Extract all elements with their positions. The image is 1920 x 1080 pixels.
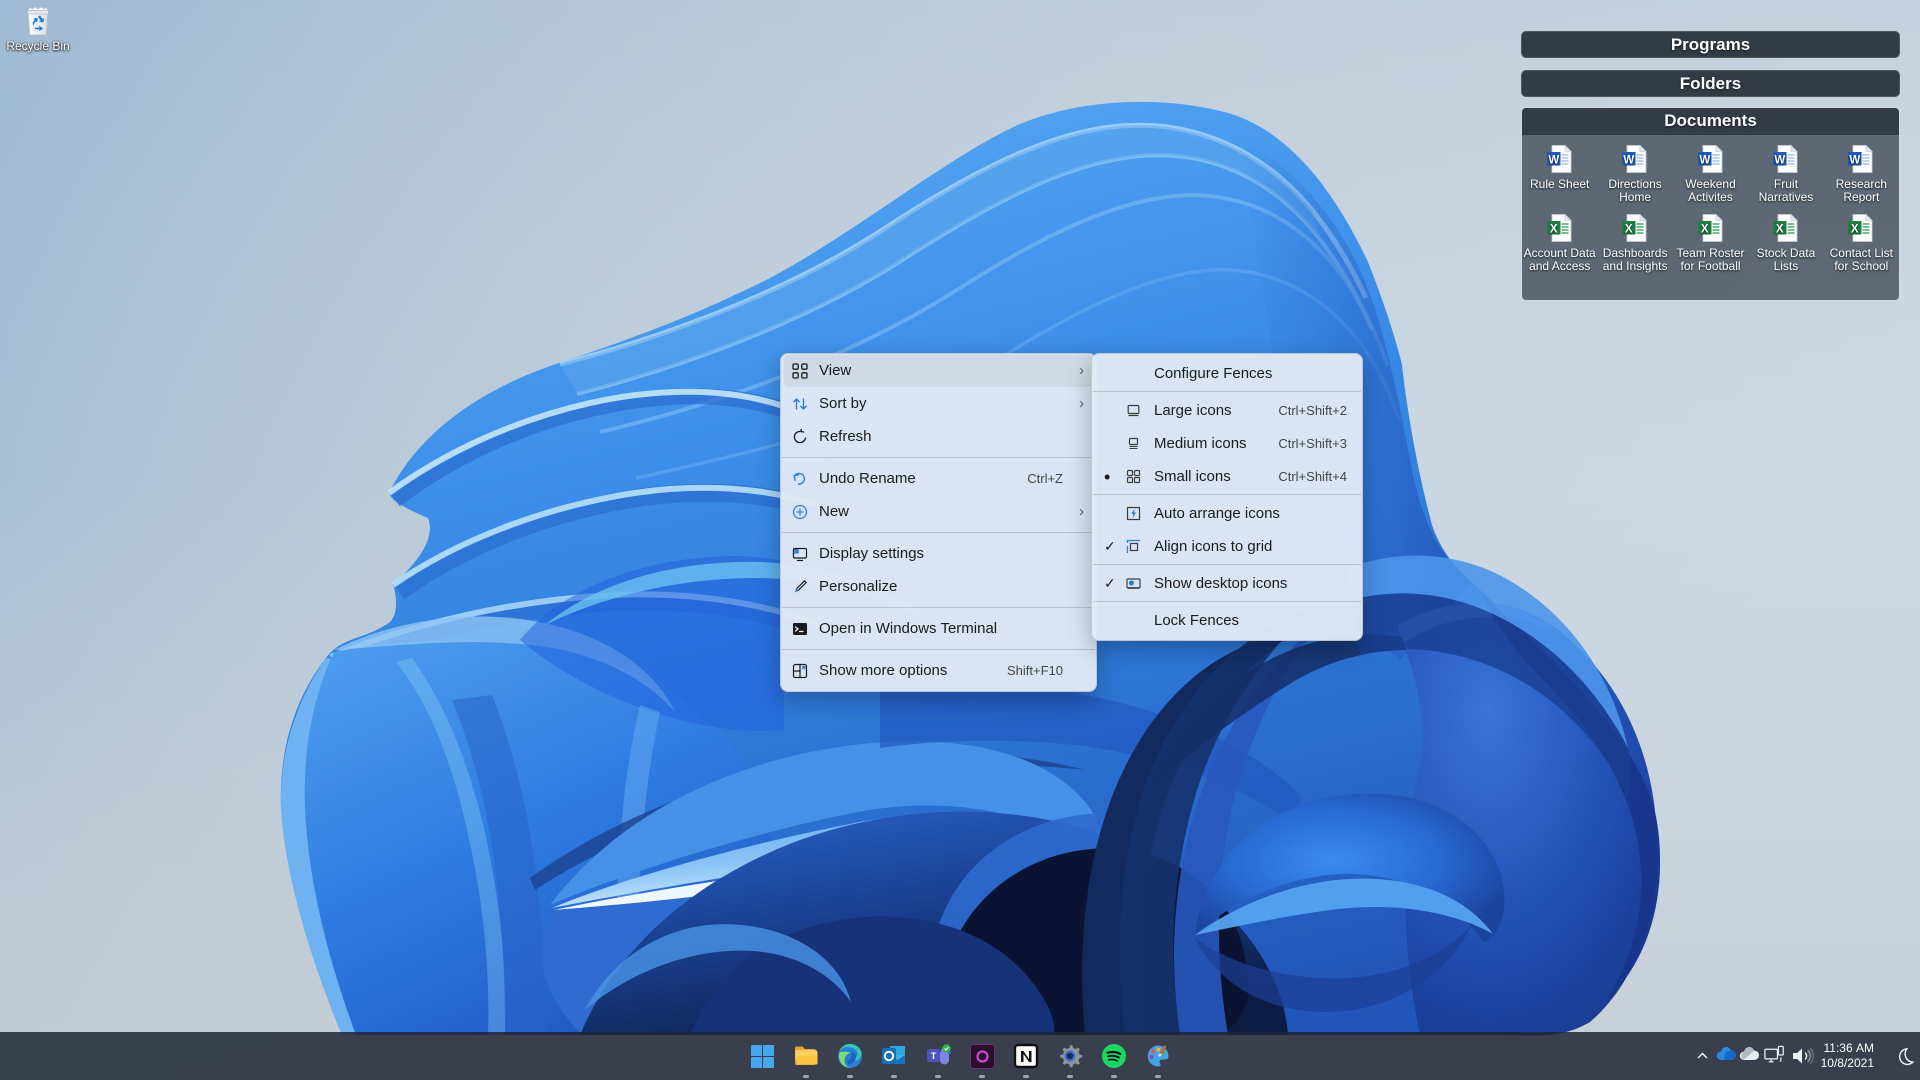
svg-text:X: X <box>1625 224 1633 236</box>
svg-text:X: X <box>1776 224 1784 236</box>
svg-text:W: W <box>1699 155 1710 167</box>
svg-text:W: W <box>1850 155 1861 167</box>
svg-text:X: X <box>1550 224 1558 236</box>
svg-text:W: W <box>1548 155 1559 167</box>
svg-text:T: T <box>930 1051 936 1061</box>
svg-text:X: X <box>1700 224 1708 236</box>
svg-text:X: X <box>1851 224 1859 236</box>
svg-text:W: W <box>1774 155 1785 167</box>
svg-text:W: W <box>1623 155 1634 167</box>
